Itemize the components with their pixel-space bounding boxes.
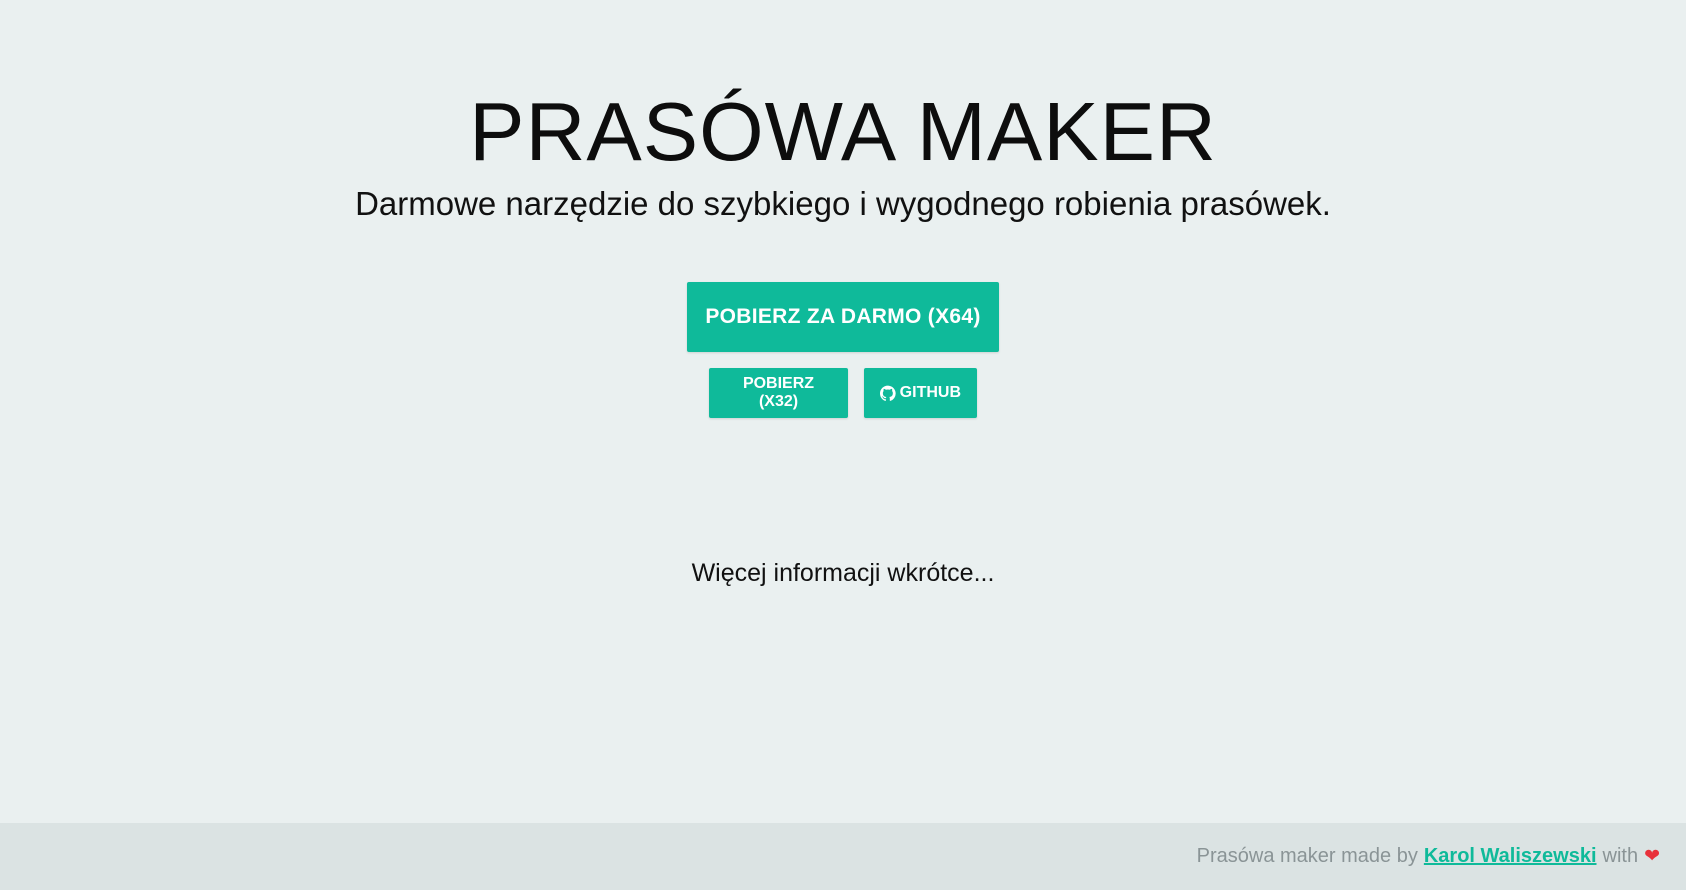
download-actions: POBIERZ ZA DARMO (x64) POBIERZ (x32) GIT…	[0, 282, 1686, 418]
footer: Prasówa maker made by Karol Waliszewski …	[0, 823, 1686, 890]
info-text: Więcej informacji wkrótce...	[691, 559, 995, 587]
github-icon	[880, 385, 896, 401]
github-button[interactable]: GITHUB	[864, 368, 977, 418]
footer-suffix: with	[1602, 845, 1639, 867]
heart-icon: ❤	[1644, 846, 1660, 867]
github-button-label: GITHUB	[899, 384, 961, 401]
page-title: PRASÓWA MAKER	[469, 85, 1217, 178]
footer-prefix: Prasówa maker made by	[1196, 845, 1418, 867]
download-x64-button[interactable]: POBIERZ ZA DARMO (x64)	[687, 282, 999, 352]
page-subtitle: Darmowe narzędzie do szybkiego i wygodne…	[355, 185, 1331, 222]
page: PRASÓWA MAKER Darmowe narzędzie do szybk…	[0, 0, 1686, 890]
download-x32-button[interactable]: POBIERZ (x32)	[709, 368, 848, 418]
author-link[interactable]: Karol Waliszewski	[1424, 845, 1597, 868]
secondary-buttons: POBIERZ (x32) GITHUB	[0, 368, 1686, 418]
hero: PRASÓWA MAKER Darmowe narzędzie do szybk…	[0, 82, 1686, 224]
